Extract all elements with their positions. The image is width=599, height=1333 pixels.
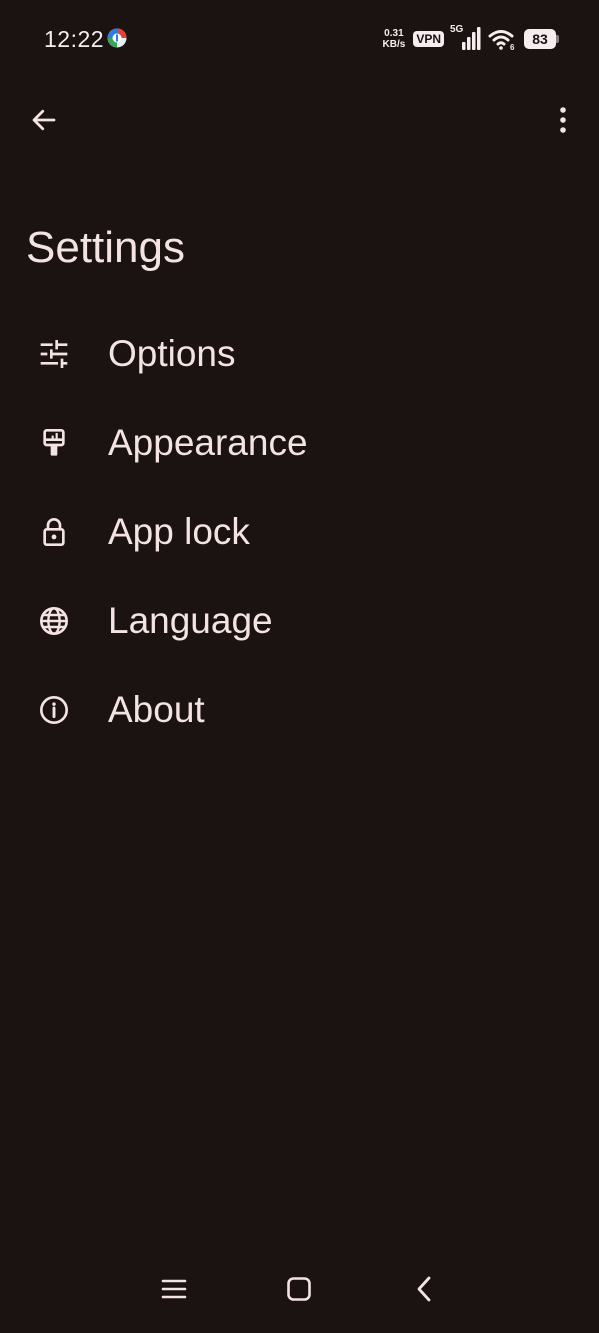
chevron-left-icon: [417, 1276, 431, 1302]
battery-tip: [556, 35, 559, 43]
recents-button[interactable]: [150, 1265, 198, 1313]
settings-item-appearance[interactable]: Appearance: [0, 398, 599, 487]
home-button[interactable]: [275, 1265, 323, 1313]
network-speed: 0.31 KB/s: [383, 28, 406, 50]
notification-app-icon: [107, 28, 127, 48]
more-vert-icon: [560, 107, 566, 133]
settings-list: Options Appearance App lock Language Abo…: [0, 309, 599, 754]
lock-icon: [36, 514, 72, 550]
network-speed-unit: KB/s: [382, 39, 406, 50]
menu-icon: [161, 1279, 187, 1299]
status-indicators: 0.31 KB/s VPN 5G 6 83: [383, 24, 559, 54]
arrow-left-icon: [32, 109, 56, 131]
globe-icon: [36, 603, 72, 639]
network-speed-value: 0.31: [384, 28, 404, 39]
battery-level: 83: [524, 29, 556, 49]
wifi-icon: 6: [488, 27, 518, 52]
battery-indicator: 83: [524, 29, 559, 49]
settings-item-app-lock[interactable]: App lock: [0, 487, 599, 576]
nav-back-button[interactable]: [400, 1265, 448, 1313]
svg-text:6: 6: [510, 43, 515, 51]
vpn-badge: VPN: [413, 31, 444, 47]
more-options-button[interactable]: [547, 96, 579, 144]
settings-item-label: Language: [108, 599, 273, 641]
settings-item-options[interactable]: Options: [0, 309, 599, 398]
home-square-icon: [287, 1277, 311, 1301]
settings-item-label: About: [108, 688, 205, 730]
top-app-bar: [0, 92, 599, 148]
status-bar: 12:22 0.31 KB/s VPN 5G 6 83: [0, 0, 599, 78]
cellular-signal-icon: 5G: [450, 24, 482, 52]
settings-item-label: App lock: [108, 510, 250, 552]
page-title: Settings: [26, 223, 185, 272]
settings-item-label: Appearance: [108, 421, 308, 463]
settings-item-about[interactable]: About: [0, 665, 599, 754]
system-navigation-bar: [0, 1259, 599, 1333]
tune-icon: [36, 336, 72, 372]
info-icon: [36, 692, 72, 728]
paint-brush-icon: [36, 425, 72, 461]
status-time: 12:22: [44, 26, 105, 52]
settings-item-label: Options: [108, 332, 236, 374]
settings-item-language[interactable]: Language: [0, 576, 599, 665]
back-button[interactable]: [20, 96, 68, 144]
